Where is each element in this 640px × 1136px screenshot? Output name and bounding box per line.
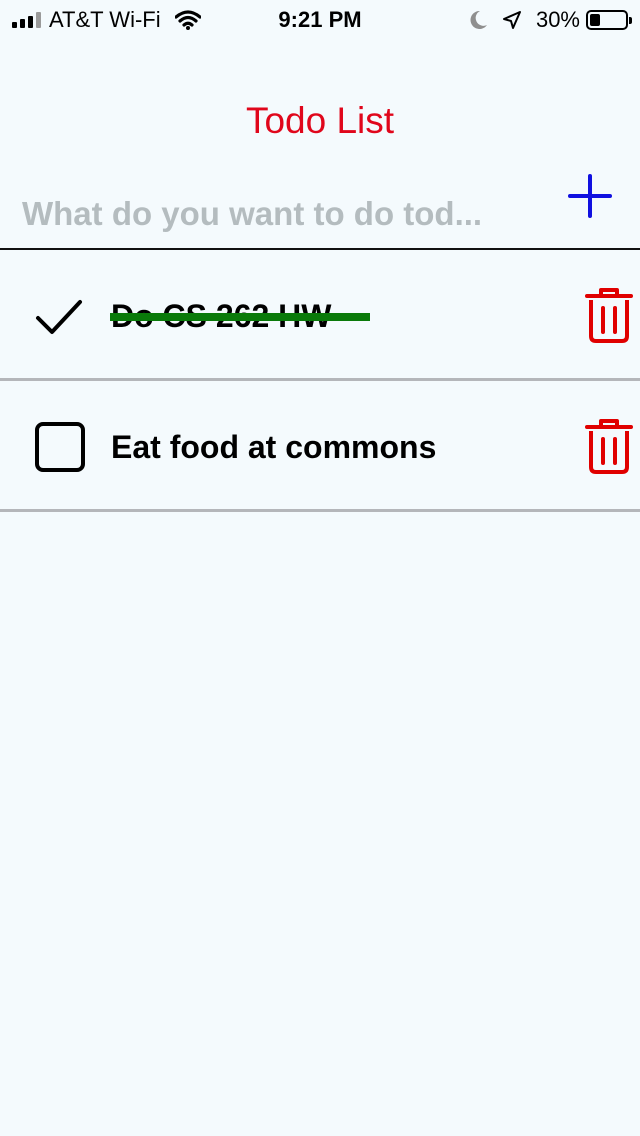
todo-item-text: Eat food at commons — [111, 429, 437, 465]
trash-icon — [585, 288, 633, 343]
battery-icon — [586, 10, 632, 30]
status-bar: AT&T Wi-Fi 9:21 PM 30% — [0, 0, 640, 40]
battery-level — [590, 14, 601, 26]
todo-check-toggle[interactable] — [34, 421, 86, 473]
todo-check-toggle[interactable] — [34, 290, 86, 342]
todo-item: Eat food at commons — [0, 381, 640, 512]
strikethrough-line — [110, 313, 370, 321]
todo-list: Do CS 262 HW Eat food at commons — [0, 250, 640, 512]
location-icon — [502, 11, 521, 29]
page-title: Todo List — [245, 100, 395, 141]
delete-todo-button[interactable] — [584, 417, 634, 475]
delete-todo-button[interactable] — [584, 286, 634, 344]
checkbox-empty-icon — [35, 422, 85, 472]
checkmark-icon — [36, 300, 82, 334]
status-right: 30% — [470, 6, 632, 34]
todo-item: Do CS 262 HW — [0, 250, 640, 381]
plus-icon — [568, 174, 612, 218]
battery-percent: 30% — [535, 7, 580, 32]
new-todo-input[interactable] — [22, 190, 532, 238]
trash-icon — [585, 419, 633, 474]
add-todo-button[interactable] — [566, 172, 614, 220]
moon-icon — [470, 10, 487, 29]
